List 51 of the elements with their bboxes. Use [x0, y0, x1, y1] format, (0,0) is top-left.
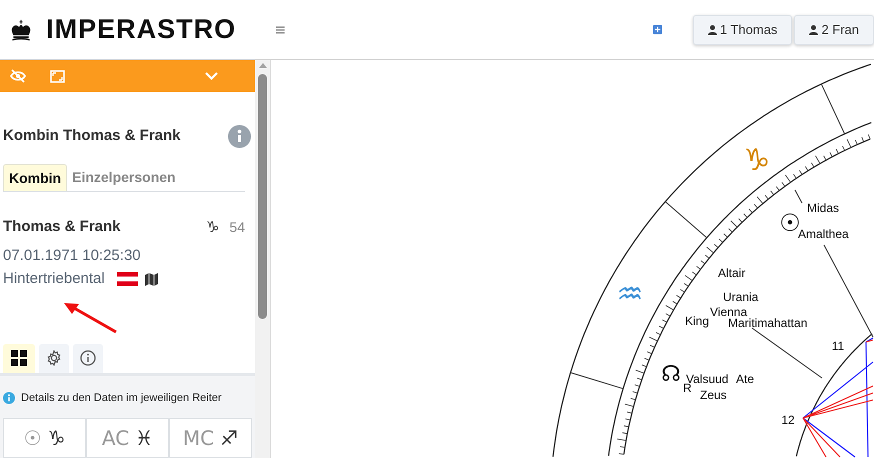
chart-label: Maritimahattan: [728, 316, 808, 330]
chart-label: Midas: [807, 201, 840, 215]
grid-icon: [11, 350, 27, 366]
chart-label: Vienna: [710, 305, 748, 319]
zodiac-sign-glyph: ♑: [48, 425, 66, 452]
person-name: Thomas & Frank: [3, 217, 121, 237]
map-icon[interactable]: [144, 272, 158, 286]
icon-tab[interactable]: [39, 344, 69, 372]
zodiac-sign-glyph: ♒: [616, 277, 644, 312]
person-icon: [708, 24, 717, 34]
scrollbar-thumb[interactable]: [258, 74, 267, 319]
eye-slash-icon[interactable]: [10, 69, 26, 83]
scroll-up-icon[interactable]: [258, 63, 266, 68]
zodiac-sign-glyph: ♑: [744, 143, 770, 178]
house-number: 11: [832, 339, 844, 353]
chart-label: Altair: [718, 266, 746, 280]
house-number: 12: [781, 413, 795, 427]
pointer-arrow: [62, 302, 118, 334]
info-icon: [80, 350, 96, 366]
zodiac-sign-glyph: ♑: [206, 217, 220, 238]
chart-label: Zeus: [700, 388, 727, 402]
chevron-down-icon[interactable]: [205, 72, 218, 80]
person-button[interactable]: 1 Thomas: [692, 14, 792, 44]
scrollbar[interactable]: [255, 60, 270, 458]
person-icon: [809, 24, 818, 34]
info-text: Details zu den Daten im jeweiligen Reiter: [21, 390, 222, 406]
chart-label: Ate: [736, 372, 754, 386]
icon-tab[interactable]: [73, 344, 103, 372]
chart-label: Urania: [723, 290, 758, 304]
tab[interactable]: Kombin: [3, 164, 68, 191]
zodiac-sign-glyph: ♓: [135, 425, 154, 452]
position-label: MC: [182, 425, 214, 452]
person-button[interactable]: 2 Fran: [794, 14, 874, 44]
zodiac-sign-glyph: ♐: [220, 425, 238, 452]
chart-label: Amalthea: [798, 227, 849, 241]
birth-place: Hintertriebental: [3, 269, 105, 289]
planet-glyph: ☊: [661, 362, 681, 387]
info-icon: [3, 392, 15, 404]
birth-datetime: 07.01.1971 10:25:30: [2, 246, 142, 266]
position-label: AC: [102, 425, 130, 452]
info-icon[interactable]: [228, 125, 251, 148]
icon-tab[interactable]: [3, 344, 35, 372]
degree-value: 54: [229, 218, 245, 237]
position-label: ☉: [24, 425, 42, 452]
austria-flag-icon: [116, 272, 138, 286]
chart-label: King: [685, 314, 710, 328]
panel-title: Kombin Thomas & Frank: [3, 126, 181, 146]
tab[interactable]: Einzelpersonen: [67, 164, 181, 191]
logo-text: IMPERASTRO: [46, 13, 236, 46]
resize-icon[interactable]: [50, 70, 65, 82]
settings-icon: [46, 350, 62, 366]
